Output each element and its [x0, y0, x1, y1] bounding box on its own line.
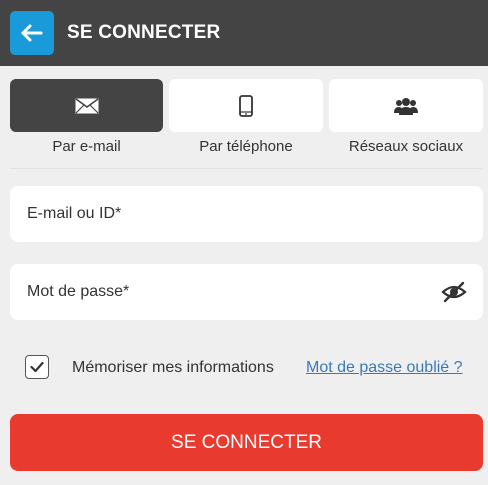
tab-social[interactable]	[329, 79, 483, 132]
email-placeholder: E-mail ou ID*	[27, 205, 122, 222]
top-bar: SE CONNECTER	[0, 0, 488, 66]
tab-email-label[interactable]: Par e-mail	[10, 137, 163, 157]
remember-checkbox[interactable]	[25, 355, 49, 379]
tab-email[interactable]	[10, 79, 163, 132]
checkmark-icon	[30, 361, 44, 373]
users-icon	[394, 97, 418, 115]
page-title: SE CONNECTER	[67, 22, 221, 43]
remember-label[interactable]: Mémoriser mes informations	[72, 357, 274, 379]
password-placeholder: Mot de passe*	[27, 283, 130, 300]
forgot-password-link[interactable]: Mot de passe oublié ?	[306, 357, 463, 379]
eye-slash-icon[interactable]	[441, 280, 467, 304]
tab-phone[interactable]	[169, 79, 323, 132]
password-field[interactable]: Mot de passe*	[10, 264, 483, 320]
phone-icon	[239, 94, 253, 117]
divider	[10, 168, 482, 169]
tab-social-label[interactable]: Réseaux sociaux	[329, 137, 483, 157]
login-button[interactable]: SE CONNECTER	[10, 414, 483, 471]
back-button[interactable]	[10, 11, 54, 55]
arrow-left-icon	[21, 24, 43, 42]
envelope-icon	[75, 97, 98, 113]
email-field[interactable]: E-mail ou ID*	[10, 186, 483, 242]
tab-phone-label[interactable]: Par téléphone	[169, 137, 323, 157]
